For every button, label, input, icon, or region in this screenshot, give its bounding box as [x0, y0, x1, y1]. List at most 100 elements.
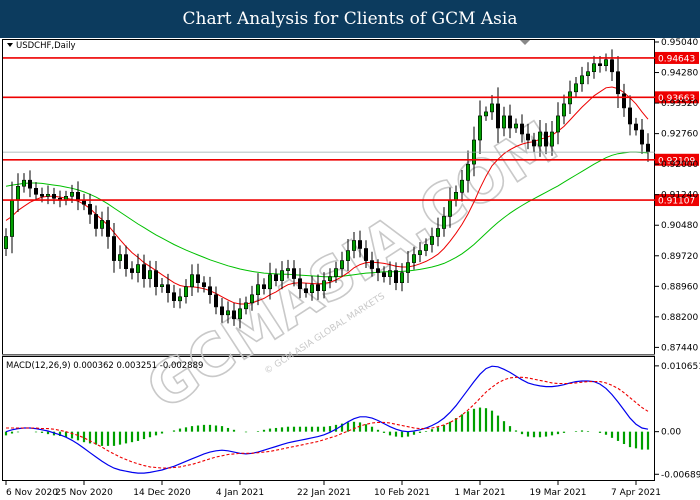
- candle-body: [645, 143, 650, 153]
- candle-body: [477, 115, 482, 141]
- macd-signal-line: [6, 376, 649, 469]
- candle-body: [573, 83, 578, 93]
- candle-body: [178, 296, 183, 302]
- candle-body: [112, 236, 117, 261]
- candle-body: [214, 294, 219, 308]
- candle-body: [4, 236, 9, 249]
- candle-body: [411, 254, 416, 263]
- candle-body: [297, 278, 302, 289]
- candle-body: [148, 270, 153, 279]
- candle-body: [273, 274, 278, 281]
- candle-body: [627, 107, 632, 125]
- candle-body: [100, 220, 105, 229]
- macd-panel-frame: [2, 356, 655, 481]
- candle-body: [513, 123, 518, 129]
- chart-canvas[interactable]: GCMASIA.COM © GCM ASIA GLOBAL MARKETS 0.…: [0, 38, 700, 500]
- macd-label: MACD(12,26,9) 0.000362 0.003251 -0.00288…: [6, 361, 203, 371]
- candle-body: [579, 75, 584, 85]
- candle-body: [345, 250, 350, 261]
- candle-body: [142, 264, 147, 280]
- candle-body: [76, 192, 81, 201]
- candle: [160, 277, 165, 293]
- level-price-label: 0.94643: [658, 54, 695, 64]
- candle: [591, 55, 596, 79]
- candle: [88, 193, 93, 224]
- time-tick-label: 1 Mar 2021: [454, 488, 505, 498]
- candle-body: [561, 103, 566, 117]
- chart-shift-icon[interactable]: [520, 40, 530, 45]
- candle-body: [393, 270, 398, 284]
- candle-body: [483, 111, 488, 117]
- candle-body: [220, 306, 225, 316]
- level[interactable]: 0.94643: [3, 51, 699, 65]
- candle: [33, 182, 38, 200]
- candle: [51, 187, 56, 205]
- candle: [621, 83, 626, 117]
- macd-histogram: [4, 407, 650, 450]
- candle: [4, 228, 9, 256]
- candle: [154, 260, 159, 296]
- candle-body: [621, 93, 626, 109]
- candle: [561, 94, 566, 125]
- candle-body: [39, 194, 44, 197]
- candle: [489, 95, 494, 120]
- candle: [208, 276, 213, 304]
- candle: [148, 260, 153, 288]
- candle: [202, 276, 207, 293]
- candle-body: [381, 272, 386, 277]
- candle-body: [82, 200, 87, 205]
- candle-body: [267, 274, 272, 290]
- candle-body: [255, 284, 260, 295]
- candle: [639, 119, 644, 154]
- candle-body: [27, 179, 32, 189]
- candle-body: [465, 163, 470, 181]
- candle: [106, 206, 111, 249]
- candle-body: [441, 216, 446, 229]
- candle-body: [357, 240, 362, 249]
- candle: [573, 76, 578, 98]
- banner-title: Chart Analysis for Clients of GCM Asia: [0, 0, 700, 38]
- candle-body: [106, 220, 111, 237]
- candle: [184, 279, 189, 304]
- candle-body: [250, 294, 255, 304]
- candle-body: [238, 308, 243, 320]
- price-tick-label: 0.92760: [661, 130, 698, 140]
- dropdown-triangle-icon[interactable]: [7, 43, 13, 47]
- candle-body: [369, 260, 374, 269]
- candle: [172, 284, 177, 308]
- candle-body: [15, 186, 20, 201]
- candle-body: [309, 284, 314, 293]
- candle-body: [130, 268, 135, 273]
- candle-body: [417, 250, 422, 255]
- candle: [645, 133, 650, 162]
- candle-body: [519, 123, 524, 135]
- candle-body: [429, 236, 434, 245]
- price-tick-label: 0.93520: [661, 99, 698, 109]
- time-tick-label: 7 Apr 2021: [611, 488, 661, 498]
- price-tick-label: 0.95040: [661, 38, 698, 48]
- candle: [627, 95, 632, 136]
- level[interactable]: 0.93663: [3, 91, 699, 104]
- candle: [94, 205, 99, 237]
- candle-body: [202, 282, 207, 287]
- candle-body: [94, 214, 99, 229]
- candle-body: [166, 284, 171, 293]
- candle: [130, 261, 135, 280]
- time-tick-label: 14 Dec 2020: [133, 488, 191, 498]
- candle-body: [549, 131, 554, 147]
- level[interactable]: 0.91107: [3, 194, 699, 207]
- candle-body: [507, 115, 512, 129]
- candle-body: [585, 71, 590, 77]
- candle: [555, 102, 560, 145]
- candle: [178, 288, 183, 309]
- time-tick-label: 4 Jan 2021: [216, 488, 264, 498]
- candle: [21, 173, 26, 193]
- candle-body: [154, 270, 159, 288]
- macd-lines: [5, 365, 649, 474]
- candle-body: [495, 103, 500, 129]
- price-tick-label: 0.94280: [661, 69, 698, 79]
- candle: [100, 211, 105, 237]
- candle-body: [489, 103, 494, 113]
- candle-body: [387, 270, 392, 277]
- candle-body: [633, 123, 638, 131]
